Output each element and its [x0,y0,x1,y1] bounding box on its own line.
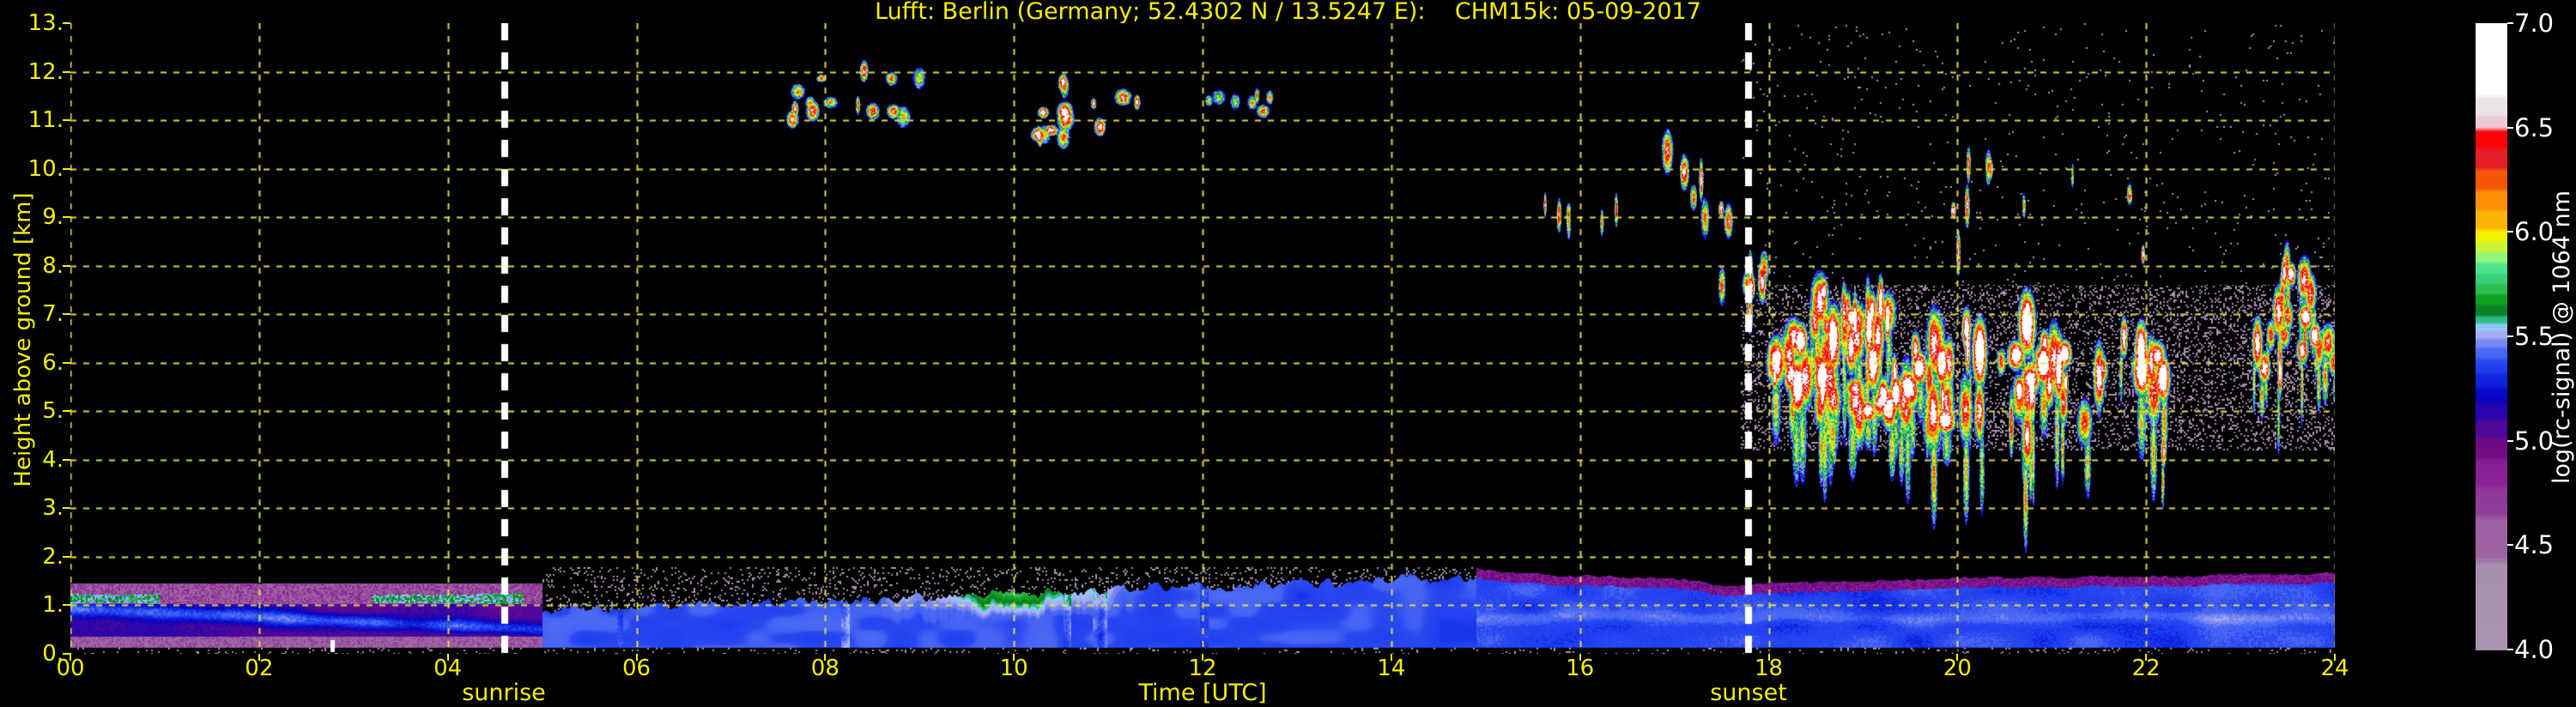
y-tick-mark [63,22,70,24]
x-tick-mark [1202,654,1203,661]
y-axis-label: Height above ground [km] [10,192,36,487]
y-tick-label: 13. [27,10,64,36]
y-tick-mark [63,119,70,122]
y-tick-label: 10. [27,155,64,182]
y-tick-label: 0. [42,641,64,667]
x-tick-mark [1956,654,1959,661]
y-tick-mark [63,361,70,364]
y-tick-label: 2. [42,543,64,570]
y-tick-mark [63,458,70,461]
y-tick-mark [63,604,70,607]
colorbar [2476,23,2507,650]
colorbar-tick-mark [2507,335,2513,337]
y-tick-mark [63,410,70,413]
x-tick-mark [2334,654,2336,661]
x-tick-mark [258,654,260,661]
y-tick-mark [63,507,70,510]
figure: Lufft: Berlin (Germany; 52.4302 N / 13.5… [0,0,2576,707]
y-tick-mark [63,167,70,170]
x-tick-mark [1579,654,1581,661]
colorbar-tick-label: 4.5 [2514,530,2555,560]
colorbar-tick-mark [2507,439,2513,442]
y-tick-label: 9. [42,204,64,231]
x-tick-mark [635,654,638,661]
x-tick-mark [70,654,71,661]
colorbar-tick-label: 6.0 [2514,217,2555,247]
colorbar-tick-mark [2507,649,2513,650]
y-tick-label: 7. [42,301,64,328]
y-tick-mark [63,216,70,219]
colorbar-tick-mark [2507,22,2513,24]
y-tick-mark [63,653,70,655]
y-tick-label: 3. [42,495,64,522]
sunset-annotation: sunset [1710,680,1787,706]
y-tick-mark [63,70,70,73]
colorbar-tick-label: 6.5 [2514,112,2555,142]
colorbar-tick-label: 5.0 [2514,426,2555,456]
y-tick-label: 12. [27,58,64,85]
colorbar-tick-label: 4.0 [2514,635,2555,664]
y-tick-label: 11. [27,107,64,134]
colorbar-tick-label: 7.0 [2514,9,2555,38]
y-tick-mark [63,313,70,316]
x-tick-mark [824,654,827,661]
colorbar-tick-mark [2507,544,2513,547]
colorbar-tick-label: 5.5 [2514,322,2555,351]
y-tick-label: 1. [42,592,64,619]
x-tick-mark [1013,654,1015,661]
colorbar-tick-mark [2507,126,2513,129]
sunrise-annotation: sunrise [462,680,546,706]
y-tick-label: 6. [42,349,64,376]
ceilometer-heatmap [70,23,2335,654]
plot-title: Lufft: Berlin (Germany; 52.4302 N / 13.5… [875,0,1701,25]
x-tick-mark [1390,654,1392,661]
y-tick-label: 4. [42,446,64,473]
x-tick-mark [2145,654,2148,661]
y-tick-label: 5. [42,398,64,425]
x-tick-mark [1767,654,1770,661]
y-tick-label: 8. [42,252,64,279]
y-tick-mark [63,555,70,558]
y-tick-mark [63,264,70,267]
x-axis-label: Time [UTC] [1138,680,1267,706]
colorbar-tick-mark [2507,231,2513,233]
x-tick-mark [446,654,449,661]
